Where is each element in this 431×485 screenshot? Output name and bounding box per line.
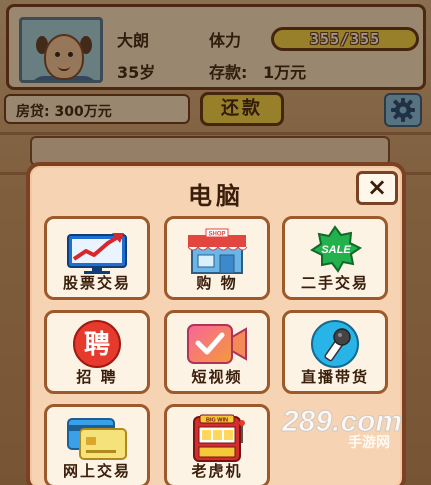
slot-sign-text: BIG WIN bbox=[206, 418, 228, 424]
app-tile-stock-trading[interactable]: 股票交易 bbox=[44, 216, 150, 300]
app-label: 招 聘 bbox=[76, 368, 118, 386]
app-label: 股票交易 bbox=[62, 274, 131, 292]
microphone-icon bbox=[311, 320, 359, 368]
credit-card-icon bbox=[67, 418, 127, 460]
close-icon: × bbox=[366, 173, 388, 201]
sale-badge-icon: SALE bbox=[310, 225, 362, 273]
video-icon bbox=[187, 324, 247, 364]
app-tile-short-video[interactable]: 短视频 bbox=[164, 310, 270, 394]
app-label: 老虎机 bbox=[191, 462, 243, 480]
app-label: 直播带货 bbox=[300, 368, 369, 386]
slot-machine-icon: BIG WIN bbox=[193, 414, 245, 462]
app-label: 二手交易 bbox=[300, 274, 369, 292]
app-label: 购 物 bbox=[196, 274, 238, 292]
app-tile-second-hand[interactable]: SALE 二手交易 bbox=[282, 216, 388, 300]
recruit-char-text: 聘 bbox=[84, 330, 110, 360]
app-tile-slot-machine[interactable]: BIG WIN 老虎机 bbox=[164, 404, 270, 485]
app-tile-live-selling[interactable]: 直播带货 bbox=[282, 310, 388, 394]
app-tile-online-trading[interactable]: 网上交易 bbox=[44, 404, 150, 485]
shop-sign-text: SHOP bbox=[208, 232, 225, 238]
app-label: 网上交易 bbox=[62, 462, 131, 480]
sale-badge-text: SALE bbox=[321, 244, 351, 256]
app-tile-recruitment[interactable]: 聘 招 聘 bbox=[44, 310, 150, 394]
shop-icon: SHOP bbox=[187, 228, 248, 274]
close-button[interactable]: × bbox=[356, 171, 398, 205]
recruit-icon: 聘 bbox=[73, 320, 121, 368]
app-label: 短视频 bbox=[191, 368, 243, 386]
computer-dialog: 电脑 × 股票交易 SHOP 购 物 SALE 二手交易 聘 招 聘 短视频 直… bbox=[26, 162, 406, 485]
app-tile-shopping[interactable]: SHOP 购 物 bbox=[164, 216, 270, 300]
stock-chart-icon bbox=[67, 233, 127, 274]
dialog-title: 电脑 bbox=[188, 182, 244, 210]
